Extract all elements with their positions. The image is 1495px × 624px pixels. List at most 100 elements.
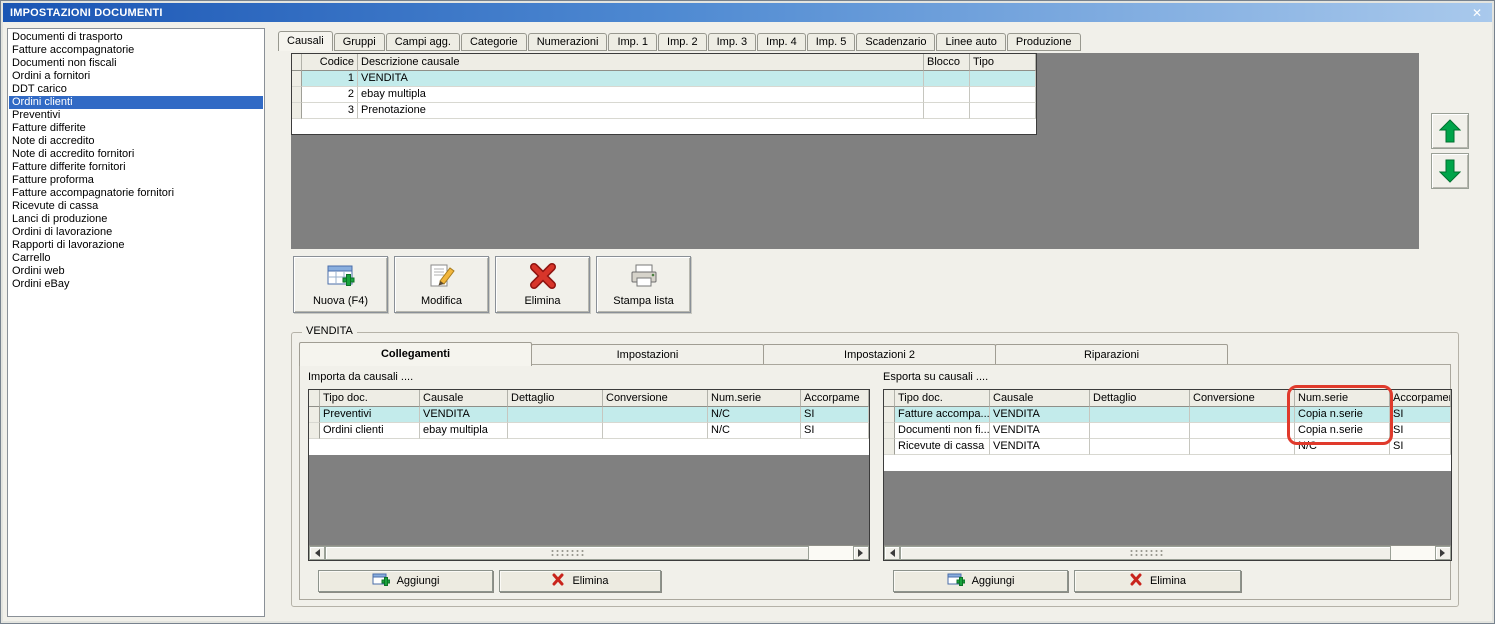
esporta-elimina-button[interactable]: Elimina bbox=[1074, 570, 1241, 592]
sidebar-item-fatture-differite-fornitori[interactable]: Fatture differite fornitori bbox=[9, 161, 263, 174]
elimina-button[interactable]: Elimina bbox=[495, 256, 590, 313]
gripper-icon bbox=[1128, 549, 1163, 557]
groupbox-title: VENDITA bbox=[302, 325, 357, 337]
cell-tipo bbox=[970, 103, 1036, 119]
causali-table-header: Codice Descrizione causale Blocco Tipo bbox=[292, 54, 1036, 71]
column-tipo-doc: Tipo doc. bbox=[320, 390, 420, 407]
importa-table-header: Tipo doc. Causale Dettaglio Conversione … bbox=[309, 390, 869, 407]
cell-tipo bbox=[970, 87, 1036, 103]
sidebar-item-ordini-clienti[interactable]: Ordini clienti bbox=[9, 96, 263, 109]
cell-codice: 3 bbox=[302, 103, 358, 119]
cell-causale: VENDITA bbox=[990, 407, 1090, 423]
table-row-documenti-non-fiscali[interactable]: Documenti non fi... VENDITA Copia n.seri… bbox=[884, 423, 1451, 439]
tab-impostazioni[interactable]: Impostazioni bbox=[531, 344, 764, 366]
cell-causale: VENDITA bbox=[990, 423, 1090, 439]
modifica-button[interactable]: Modifica bbox=[394, 256, 489, 313]
table-row-ricevute-di-cassa[interactable]: Ricevute di cassa VENDITA N/C SI bbox=[884, 439, 1451, 455]
table-row-fatture-accompagnatorie[interactable]: Fatture accompa... VENDITA Copia n.serie… bbox=[884, 407, 1451, 423]
tab-gruppi[interactable]: Gruppi bbox=[333, 33, 385, 51]
nuova-label: Nuova (F4) bbox=[312, 294, 369, 307]
esporta-aggiungi-button[interactable]: Aggiungi bbox=[893, 570, 1068, 592]
scroll-track[interactable] bbox=[809, 546, 853, 560]
sidebar-item-documenti-non-fiscali[interactable]: Documenti non fiscali bbox=[9, 57, 263, 70]
esporta-table: Tipo doc. Causale Dettaglio Conversione … bbox=[883, 389, 1452, 561]
right-arrow-icon bbox=[858, 549, 867, 557]
column-conversione: Conversione bbox=[603, 390, 708, 407]
move-down-button[interactable] bbox=[1431, 153, 1469, 189]
importa-elimina-button[interactable]: Elimina bbox=[499, 570, 661, 592]
tab-imp-3[interactable]: Imp. 3 bbox=[707, 33, 757, 51]
cell-accorpamento: SI bbox=[1390, 439, 1451, 455]
esporta-title: Esporta su causali .... bbox=[883, 371, 989, 383]
column-causale: Causale bbox=[420, 390, 508, 407]
sidebar-item-ddt-carico[interactable]: DDT carico bbox=[9, 83, 263, 96]
tab-imp-4[interactable]: Imp. 4 bbox=[757, 33, 806, 51]
cell-descrizione: VENDITA bbox=[358, 71, 924, 87]
scroll-right-button[interactable] bbox=[853, 546, 869, 560]
tab-impostazioni-2[interactable]: Impostazioni 2 bbox=[763, 344, 996, 366]
close-icon[interactable]: ✕ bbox=[1469, 7, 1485, 19]
sidebar-item-ricevute-di-cassa[interactable]: Ricevute di cassa bbox=[9, 200, 263, 213]
table-row-prenotazione[interactable]: 3 Prenotazione bbox=[292, 103, 1036, 119]
tab-collegamenti[interactable]: Collegamenti bbox=[299, 342, 532, 366]
tab-scadenzario[interactable]: Scadenzario bbox=[856, 33, 936, 51]
sidebar-item-carrello[interactable]: Carrello bbox=[9, 252, 263, 265]
tab-produzione[interactable]: Produzione bbox=[1006, 33, 1081, 51]
tab-categorie[interactable]: Categorie bbox=[460, 33, 527, 51]
elimina-label: Elimina bbox=[1149, 575, 1187, 587]
scroll-track[interactable] bbox=[1391, 546, 1435, 560]
sidebar-item-documenti-di-trasporto[interactable]: Documenti di trasporto bbox=[9, 31, 263, 44]
table-row-preventivi[interactable]: Preventivi VENDITA N/C SI bbox=[309, 407, 869, 423]
esporta-hscrollbar[interactable] bbox=[884, 545, 1451, 560]
sidebar-item-rapporti-di-lavorazione[interactable]: Rapporti di lavorazione bbox=[9, 239, 263, 252]
sidebar-item-lanci-di-produzione[interactable]: Lanci di produzione bbox=[9, 213, 263, 226]
sidebar-item-ordini-web[interactable]: Ordini web bbox=[9, 265, 263, 278]
scroll-thumb[interactable] bbox=[325, 546, 809, 560]
sidebar-item-fatture-accompagnatorie-fornitori[interactable]: Fatture accompagnatorie fornitori bbox=[9, 187, 263, 200]
cell-accorpamento: SI bbox=[801, 407, 869, 423]
sidebar-item-ordini-ebay[interactable]: Ordini eBay bbox=[9, 278, 263, 291]
tab-imp-1[interactable]: Imp. 1 bbox=[608, 33, 658, 51]
tab-campi-agg[interactable]: Campi agg. bbox=[385, 33, 460, 51]
empty-grid-space bbox=[292, 119, 1036, 134]
tab-linee-auto[interactable]: Linee auto bbox=[936, 33, 1006, 51]
scroll-thumb[interactable] bbox=[900, 546, 1391, 560]
cell-dettaglio bbox=[1090, 439, 1190, 455]
cell-conversione bbox=[1190, 423, 1295, 439]
sidebar-item-note-di-accredito-fornitori[interactable]: Note di accredito fornitori bbox=[9, 148, 263, 161]
document-type-list: Documenti di trasporto Fatture accompagn… bbox=[7, 28, 265, 617]
scroll-left-button[interactable] bbox=[884, 546, 900, 560]
stampa-lista-button[interactable]: Stampa lista bbox=[596, 256, 691, 313]
cell-num-serie: Copia n.serie bbox=[1295, 423, 1390, 439]
elimina-label: Elimina bbox=[572, 575, 609, 587]
tab-riparazioni[interactable]: Riparazioni bbox=[995, 344, 1228, 366]
cell-dettaglio bbox=[1090, 423, 1190, 439]
importa-aggiungi-button[interactable]: Aggiungi bbox=[318, 570, 493, 592]
scroll-left-button[interactable] bbox=[309, 546, 325, 560]
move-up-button[interactable] bbox=[1431, 113, 1469, 149]
tab-numerazioni[interactable]: Numerazioni bbox=[527, 33, 608, 51]
column-tipo: Tipo bbox=[970, 54, 1036, 71]
sidebar-item-fatture-differite[interactable]: Fatture differite bbox=[9, 122, 263, 135]
column-num-serie: Num.serie bbox=[1295, 390, 1390, 407]
cell-descrizione: ebay multipla bbox=[358, 87, 924, 103]
titlebar: IMPOSTAZIONI DOCUMENTI ✕ bbox=[3, 3, 1492, 22]
cell-blocco bbox=[924, 87, 970, 103]
sidebar-item-note-di-accredito[interactable]: Note di accredito bbox=[9, 135, 263, 148]
nuova-button[interactable]: Nuova (F4) bbox=[293, 256, 388, 313]
tab-causali[interactable]: Causali bbox=[278, 31, 333, 51]
scroll-right-button[interactable] bbox=[1435, 546, 1451, 560]
empty-row-space bbox=[884, 455, 1451, 471]
sidebar-item-fatture-proforma[interactable]: Fatture proforma bbox=[9, 174, 263, 187]
sidebar-item-preventivi[interactable]: Preventivi bbox=[9, 109, 263, 122]
table-row-vendita[interactable]: 1 VENDITA bbox=[292, 71, 1036, 87]
table-row-ebay-multipla[interactable]: 2 ebay multipla bbox=[292, 87, 1036, 103]
sidebar-item-fatture-accompagnatorie[interactable]: Fatture accompagnatorie bbox=[9, 44, 263, 57]
table-row-ordini-clienti[interactable]: Ordini clienti ebay multipla N/C SI bbox=[309, 423, 869, 439]
tab-imp-5[interactable]: Imp. 5 bbox=[806, 33, 856, 51]
importa-hscrollbar[interactable] bbox=[309, 545, 869, 560]
sidebar-item-ordini-a-fornitori[interactable]: Ordini a fornitori bbox=[9, 70, 263, 83]
sidebar-item-ordini-di-lavorazione[interactable]: Ordini di lavorazione bbox=[9, 226, 263, 239]
tab-imp-2[interactable]: Imp. 2 bbox=[658, 33, 707, 51]
column-causale: Causale bbox=[990, 390, 1090, 407]
